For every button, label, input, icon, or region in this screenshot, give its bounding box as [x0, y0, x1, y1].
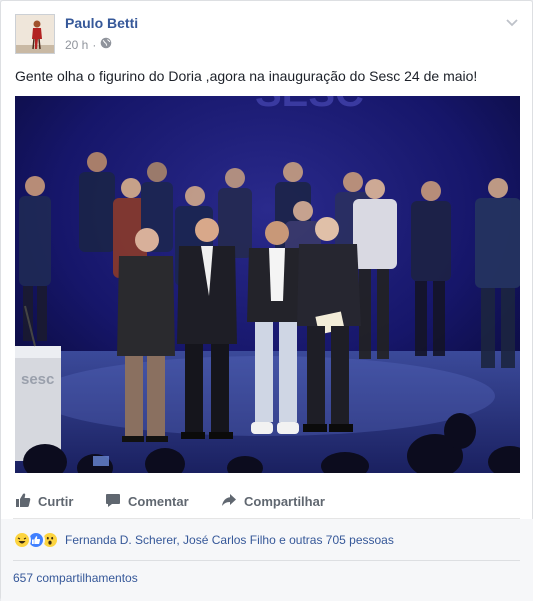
haha-icon	[13, 531, 31, 549]
reactions-summary[interactable]: Fernanda D. Scherer, José Carlos Filho e…	[13, 528, 394, 552]
share-arrow-icon	[221, 492, 237, 511]
post-photo[interactable]: SESC	[15, 96, 520, 473]
post-card: Paulo Betti 20 h · Gente olha o figurino…	[0, 0, 533, 601]
comment-bubble-icon	[105, 492, 121, 511]
post-text: Gente olha o figurino do Doria ,agora na…	[15, 68, 478, 84]
globe-icon	[100, 37, 112, 52]
comment-button[interactable]: Comentar	[103, 485, 219, 519]
meta-separator: ·	[92, 37, 97, 52]
author-avatar[interactable]	[15, 14, 55, 54]
like-label: Curtir	[38, 494, 74, 509]
post-meta: 20 h ·	[65, 37, 112, 52]
reaction-names[interactable]: Fernanda D. Scherer, José Carlos Filho e…	[65, 533, 394, 547]
post-time[interactable]: 20 h	[65, 38, 88, 52]
shares-count[interactable]: 657 compartilhamentos	[13, 571, 138, 585]
post-header: Paulo Betti 20 h ·	[15, 12, 520, 56]
like-button[interactable]: Curtir	[13, 485, 103, 519]
share-button[interactable]: Compartilhar	[219, 485, 359, 519]
post-footer: Fernanda D. Scherer, José Carlos Filho e…	[1, 519, 533, 601]
author-name[interactable]: Paulo Betti	[65, 15, 138, 31]
thumbs-up-icon	[15, 492, 31, 511]
podium-logo: sesc	[21, 371, 54, 388]
stage-sign: SESC	[255, 96, 364, 115]
share-label: Compartilhar	[244, 494, 325, 509]
chevron-down-icon[interactable]	[504, 14, 520, 30]
post-actions-bar: Curtir Comentar Compartilhar	[13, 485, 520, 519]
comment-label: Comentar	[128, 494, 189, 509]
footer-divider	[13, 560, 520, 561]
